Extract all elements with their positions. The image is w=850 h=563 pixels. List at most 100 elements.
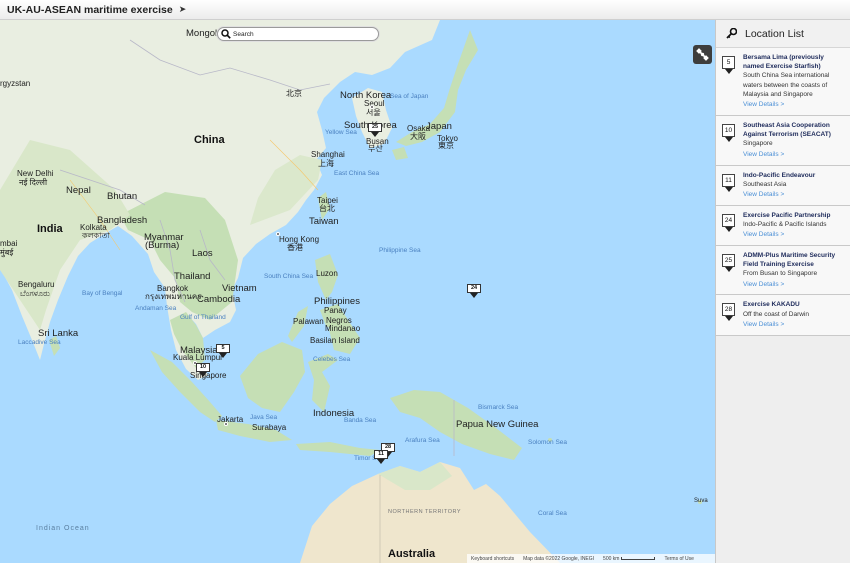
label-solomon-sea: Solomon Sea — [528, 439, 568, 446]
label-china: China — [194, 134, 225, 146]
map-tool-button[interactable] — [693, 45, 712, 64]
label-new-delhi: New Delhi — [17, 169, 54, 178]
label-shanghai-local: 上海 — [318, 159, 334, 168]
marker-pointer — [724, 267, 733, 273]
location-item[interactable]: 10 Southeast Asia Cooperation Against Te… — [716, 116, 850, 166]
location-number: 11 — [722, 173, 735, 187]
map-copyright: Map data ©2022 Google, INEGI — [523, 555, 595, 562]
label-bengaluru: Bengaluru — [18, 280, 55, 289]
map-marker[interactable]: 25 — [368, 123, 382, 137]
label-nepal: Nepal — [66, 185, 91, 196]
app-root: UK-AU-ASEAN maritime exercise ➤ Mongoli … — [0, 0, 850, 563]
label-australia: Australia — [388, 548, 436, 560]
marker-pointer — [371, 132, 379, 137]
label-sri-lanka: Sri Lanka — [38, 328, 79, 339]
marker-pointer — [724, 226, 733, 232]
map-marker[interactable]: 11 — [374, 450, 388, 464]
location-description: Southeast Asia — [743, 180, 787, 188]
map-canvas[interactable]: Mongoli rgyzstan China 北京 North Korea Se… — [0, 20, 715, 563]
location-description: Singapore — [743, 140, 773, 148]
label-surabaya: Surabaya — [252, 423, 287, 432]
location-name: Exercise Pacific Partnership — [743, 211, 831, 219]
location-item[interactable]: 24 Exercise Pacific Partnership Indo-Pac… — [716, 205, 850, 247]
label-java-sea: Java Sea — [250, 414, 278, 421]
label-indian-ocean: Indian Ocean — [36, 525, 90, 532]
search-input[interactable] — [233, 30, 373, 38]
label-panay: Panay — [324, 306, 347, 315]
label-east-china-sea: East China Sea — [334, 170, 380, 177]
label-gulf-of-thailand: Gulf of Thailand — [180, 314, 226, 321]
label-south-china-sea: South China Sea — [264, 273, 314, 280]
location-list-panel: Location List 5 Bersama Lima (previously… — [715, 20, 850, 563]
keyboard-shortcuts-link[interactable]: Keyboard shortcuts — [471, 556, 514, 562]
label-northern-territory: NORTHERN TERRITORY — [388, 509, 461, 516]
label-suva: Suva — [694, 498, 708, 504]
label-laos: Laos — [192, 248, 213, 259]
map-scale: 500 km — [603, 556, 656, 562]
label-tokyo-local: 東京 — [438, 141, 454, 150]
label-taiwan: Taiwan — [309, 216, 339, 227]
label-new-delhi-local: नई दिल्ली — [19, 178, 48, 187]
view-details-link[interactable]: View Details > — [743, 230, 846, 240]
label-yellow-sea: Yellow Sea — [325, 129, 357, 136]
label-mindanao: Mindanao — [325, 324, 361, 333]
page-title: UK-AU-ASEAN maritime exercise — [7, 3, 173, 16]
location-item[interactable]: 28 Exercise KAKADU Off the coast of Darw… — [716, 295, 850, 336]
marker-number: 11 — [374, 450, 388, 459]
view-details-link[interactable]: View Details > — [743, 190, 846, 200]
terms-link[interactable]: Terms of Use — [664, 556, 693, 562]
location-description: From Busan to Singapore — [743, 270, 818, 278]
view-details-link[interactable]: View Details > — [743, 100, 846, 110]
view-details-link[interactable]: View Details > — [743, 320, 846, 330]
label-shanghai: Shanghai — [311, 150, 345, 159]
location-name: Bersama Lima (previously named Exercise … — [743, 54, 824, 71]
marker-number: 10 — [196, 363, 210, 372]
map-marker[interactable]: 10 — [196, 363, 210, 377]
location-number: 10 — [722, 124, 735, 138]
marker-pointer — [724, 186, 733, 192]
location-number: 28 — [722, 303, 735, 317]
view-details-link[interactable]: View Details > — [743, 150, 846, 160]
location-marker-icon: 10 — [722, 124, 735, 159]
location-marker-icon: 11 — [722, 173, 735, 200]
location-name: Southeast Asia Cooperation Against Terro… — [743, 122, 831, 139]
location-number: 24 — [722, 213, 735, 227]
label-india: India — [37, 223, 63, 235]
city-dot-hong-kong — [276, 232, 280, 236]
label-palawan: Palawan — [293, 317, 324, 326]
location-list-header: Location List — [716, 20, 850, 48]
marker-pointer — [724, 316, 733, 322]
marker-number: 25 — [368, 123, 382, 132]
label-taipei-local: 台北 — [319, 204, 335, 213]
map-search-box[interactable] — [217, 27, 379, 41]
city-dot-jakarta — [224, 422, 228, 426]
label-jakarta: Jakarta — [217, 415, 244, 424]
location-item[interactable]: 5 Bersama Lima (previously named Exercis… — [716, 48, 850, 117]
label-kolkata-local: কলকাতা — [82, 231, 110, 240]
label-burma: (Burma) — [145, 240, 180, 251]
label-thailand: Thailand — [174, 271, 211, 282]
marker-number: 24 — [467, 284, 481, 293]
label-bengaluru-local: ಬೆಂಗಳೂರು — [20, 289, 50, 298]
location-item[interactable]: 11 Indo-Pacific Endeavour Southeast Asia… — [716, 165, 850, 206]
location-marker-icon: 24 — [722, 213, 735, 240]
map-attribution: Keyboard shortcuts Map data ©2022 Google… — [467, 554, 715, 563]
expand-arrow-icon[interactable]: ➤ — [179, 4, 187, 15]
label-luzon: Luzon — [316, 269, 338, 278]
label-mongolia: Mongoli — [186, 28, 220, 39]
view-details-link[interactable]: View Details > — [743, 280, 846, 290]
marker-pointer — [724, 137, 733, 143]
scale-bar — [621, 557, 656, 560]
title-bar: UK-AU-ASEAN maritime exercise ➤ — [0, 0, 850, 20]
location-name: Indo-Pacific Endeavour — [743, 171, 816, 179]
map-marker[interactable]: 24 — [467, 284, 481, 298]
label-banda-sea: Banda Sea — [344, 417, 377, 424]
label-osaka-local: 大阪 — [410, 132, 426, 141]
label-basilan: Basilan Island — [310, 336, 360, 345]
location-name: Exercise KAKADU — [743, 301, 800, 309]
map-marker[interactable]: 5 — [216, 344, 230, 358]
label-laccadive-sea: Laccadive Sea — [18, 339, 61, 346]
location-item[interactable]: 25 ADMM-Plus Maritime Security Field Tra… — [716, 246, 850, 296]
label-arafura-sea: Arafura Sea — [405, 437, 440, 444]
location-description: Indo-Pacific & Pacific Islands — [743, 220, 827, 228]
